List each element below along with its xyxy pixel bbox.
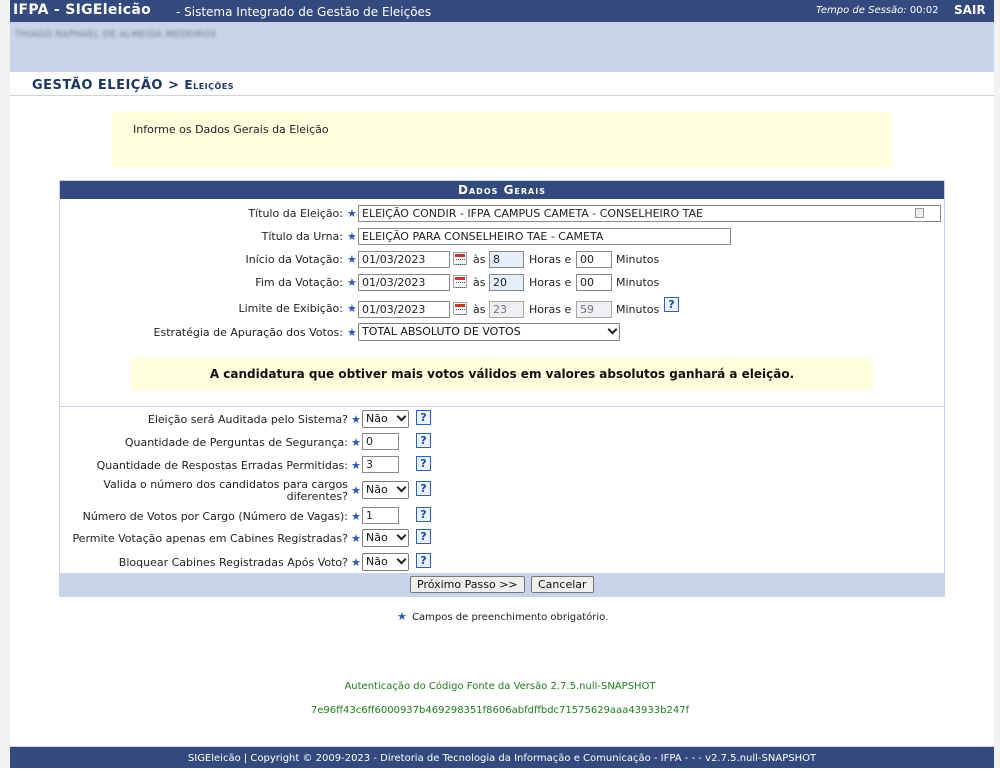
- section-divider: [60, 406, 944, 407]
- start-label: Início da Votação:: [245, 253, 343, 266]
- top-header: IFPA - SIGEleicão - Sistema Integrado de…: [10, 0, 994, 22]
- help-icon[interactable]: ?: [416, 507, 431, 522]
- security-questions-label: Quantidade de Perguntas de Segurança:: [124, 436, 348, 449]
- votes-per-role-label: Número de Votos por Cargo (Número de Vag…: [82, 510, 348, 523]
- required-fields-note: ★ Campos de preenchimento obrigatório.: [397, 610, 609, 623]
- minutes-label: Minutos: [616, 276, 660, 289]
- required-star-icon: ★: [351, 484, 361, 497]
- required-star-icon: ★: [397, 610, 407, 623]
- breadcrumb: GESTÃO ELEIÇÃO > Eleições: [10, 72, 994, 96]
- help-icon[interactable]: ?: [416, 481, 431, 496]
- form-actions: Próximo Passo >> Cancelar: [60, 573, 944, 596]
- strategy-notice: A candidatura que obtiver mais votos vál…: [131, 358, 873, 390]
- minutes-label: Minutos: [616, 253, 660, 266]
- calendar-icon[interactable]: [453, 302, 467, 315]
- form-caption: Dados Gerais: [60, 181, 944, 199]
- strategy-value: TOTAL ABSOLUTO DE VOTOS: [362, 325, 521, 338]
- registered-cabins-value: Não: [366, 531, 388, 544]
- source-auth-hash: 7e96ff43c6ff6000937b469298351f8606abfdff…: [310, 705, 690, 716]
- security-questions-input[interactable]: 0: [362, 433, 399, 450]
- strategy-label: Estratégia de Apuração dos Votos:: [153, 326, 343, 339]
- help-icon[interactable]: ?: [664, 297, 679, 312]
- help-icon[interactable]: ?: [416, 433, 431, 448]
- help-icon[interactable]: ?: [416, 553, 431, 568]
- strategy-select[interactable]: TOTAL ABSOLUTO DE VOTOS: [358, 323, 620, 341]
- dropdown-chevron-icon: [607, 324, 618, 335]
- calendar-icon[interactable]: [453, 275, 467, 288]
- required-star-icon: ★: [347, 207, 357, 220]
- audit-label: Eleição será Auditada pelo Sistema?: [147, 413, 348, 426]
- start-minute-input[interactable]: 00: [576, 251, 612, 268]
- minutes-label: Minutos: [616, 303, 660, 316]
- wrong-answers-label: Quantidade de Respostas Erradas Permitid…: [96, 459, 348, 472]
- limit-minute-input: 59: [576, 301, 612, 318]
- validate-label-line2: diferentes?: [286, 490, 348, 503]
- help-icon[interactable]: ?: [416, 456, 431, 471]
- validate-value: Não: [366, 483, 388, 496]
- required-star-icon: ★: [347, 302, 357, 315]
- required-star-icon: ★: [351, 436, 361, 449]
- audit-select[interactable]: Não: [362, 410, 409, 428]
- at-label: às: [473, 276, 486, 289]
- source-auth-version: Autenticação do Código Fonte da Versão 2…: [344, 681, 656, 692]
- dropdown-chevron-icon: [396, 482, 407, 493]
- limit-date-input[interactable]: 01/03/2023: [358, 301, 450, 318]
- system-brand: IFPA - SIGEleicão: [13, 2, 152, 18]
- required-star-icon: ★: [347, 253, 357, 266]
- end-label: Fim da Votação:: [255, 276, 343, 289]
- instructions-box: Informe os Dados Gerais da Eleição: [112, 112, 892, 167]
- page-footer: SIGEleicão | Copyright © 2009-2023 - Dir…: [10, 746, 994, 768]
- required-star-icon: ★: [351, 556, 361, 569]
- session-timer: Tempo de Sessão: 00:02: [816, 5, 939, 16]
- votes-per-role-input[interactable]: 1: [362, 507, 399, 524]
- election-title-input[interactable]: ELEIÇÃO CONDIR - IFPA CAMPUS CAMETA - CO…: [358, 205, 941, 222]
- block-cabins-select[interactable]: Não: [362, 553, 409, 571]
- at-label: às: [473, 253, 486, 266]
- cancel-button[interactable]: Cancelar: [531, 576, 594, 593]
- display-limit-label: Limite de Exibição:: [238, 302, 343, 315]
- limit-hour-input: 23: [489, 301, 524, 318]
- end-minute-input[interactable]: 00: [576, 274, 612, 291]
- required-star-icon: ★: [351, 510, 361, 523]
- registered-cabins-label: Permite Votação apenas em Cabines Regist…: [72, 532, 348, 545]
- text-field-icon: [915, 208, 924, 218]
- help-icon[interactable]: ?: [416, 529, 431, 544]
- start-date-input[interactable]: 01/03/2023: [358, 251, 450, 268]
- general-data-form: Dados Gerais Título da Eleição: ★ ELEIÇÃ…: [59, 180, 945, 597]
- system-subtitle: - Sistema Integrado de Gestão de Eleiçõe…: [176, 5, 432, 19]
- audit-value: Não: [366, 412, 388, 425]
- urn-title-input[interactable]: ELEIÇÃO PARA CONSELHEIRO TAE - CAMETA: [358, 228, 731, 245]
- logout-link[interactable]: SAIR: [954, 3, 986, 17]
- instructions-text: Informe os Dados Gerais da Eleição: [133, 123, 329, 136]
- start-hour-input[interactable]: 8: [489, 251, 524, 268]
- registered-cabins-select[interactable]: Não: [362, 529, 409, 547]
- required-star-icon: ★: [347, 276, 357, 289]
- at-label: às: [473, 303, 486, 316]
- validate-select[interactable]: Não: [362, 481, 409, 499]
- dropdown-chevron-icon: [396, 411, 407, 422]
- required-star-icon: ★: [351, 413, 361, 426]
- page-title: GESTÃO ELEIÇÃO > Eleições: [32, 78, 235, 93]
- dropdown-chevron-icon: [396, 530, 407, 541]
- required-star-icon: ★: [351, 459, 361, 472]
- hours-label: Horas e: [529, 276, 572, 289]
- urn-title-label: Título da Urna:: [261, 230, 343, 243]
- user-name: THIAGO RAPHAEL DE ALMEIDA MEDEIROS: [15, 30, 217, 40]
- end-date-input[interactable]: 01/03/2023: [358, 274, 450, 291]
- required-star-icon: ★: [351, 532, 361, 545]
- block-cabins-label: Bloquear Cabines Registradas Após Voto?: [118, 556, 348, 569]
- help-icon[interactable]: ?: [416, 410, 431, 425]
- wrong-answers-input[interactable]: 3: [362, 456, 399, 473]
- required-star-icon: ★: [347, 230, 357, 243]
- election-title-label: Título da Eleição:: [248, 207, 343, 220]
- block-cabins-value: Não: [366, 555, 388, 568]
- user-info-bar: THIAGO RAPHAEL DE ALMEIDA MEDEIROS: [10, 22, 994, 72]
- calendar-icon[interactable]: [453, 252, 467, 265]
- dropdown-chevron-icon: [396, 554, 407, 565]
- required-star-icon: ★: [347, 326, 357, 339]
- next-step-button[interactable]: Próximo Passo >>: [410, 576, 525, 593]
- end-hour-input[interactable]: 20: [489, 274, 524, 291]
- hours-label: Horas e: [529, 303, 572, 316]
- hours-label: Horas e: [529, 253, 572, 266]
